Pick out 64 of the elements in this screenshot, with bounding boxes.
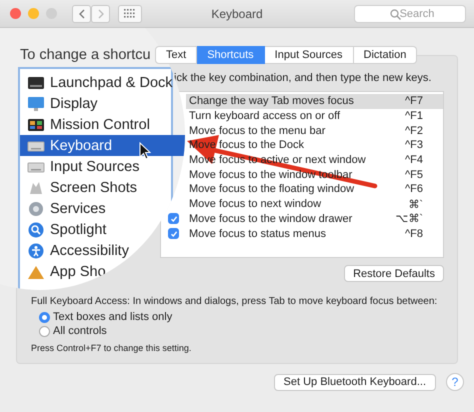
category-item[interactable]: Keyboard: [20, 135, 185, 156]
shortcut-row[interactable]: Move focus to the floating window ^F6: [186, 182, 443, 197]
search-field[interactable]: Search: [354, 4, 466, 22]
shortcut-label: Move focus to status menus: [188, 228, 327, 240]
shortcut-keys: ^F4: [383, 154, 443, 166]
category-item[interactable]: Spotlight: [20, 219, 171, 240]
tab[interactable]: Text: [155, 46, 198, 64]
category-item[interactable]: Accessibility: [20, 240, 171, 261]
category-item[interactable]: Input Sources: [20, 156, 171, 177]
shortcut-row[interactable]: Move focus to the window drawer ⌥⌘`: [186, 212, 443, 226]
shortcut-label: Move focus to the menu bar: [188, 124, 326, 137]
windows-icon: [27, 116, 45, 132]
triangle-icon: [27, 264, 45, 280]
radio-option[interactable]: Text boxes and lists only: [39, 310, 457, 324]
cursor-icon: [139, 142, 151, 160]
shortcut-row[interactable]: Turn keyboard access on or off ^F1: [186, 108, 443, 124]
full-keyboard-access-label: Full Keyboard Access: In windows and dialogs, press Tab to move keyboard focus between:: [31, 295, 438, 309]
shortcut-keys: ^F5: [383, 168, 443, 181]
show-all-button[interactable]: [118, 4, 142, 22]
tab[interactable]: Dictation: [354, 46, 418, 64]
shortcut-keys: ^F3: [383, 139, 443, 152]
grid-icon: [124, 8, 136, 18]
gear-icon: [27, 200, 45, 216]
monitor-icon: [27, 96, 45, 112]
shortcut-label: Turn keyboard access on or off: [188, 110, 342, 122]
forward-button[interactable]: [91, 4, 110, 22]
bluetooth-keyboard-button[interactable]: Set Up Bluetooth Keyboard...: [274, 374, 436, 390]
checkbox[interactable]: [168, 213, 179, 224]
magnifier-icon: [27, 222, 45, 238]
radio-option[interactable]: All controls: [39, 324, 457, 338]
chevron-right-icon: [96, 8, 104, 18]
window-title: Keyboard: [210, 6, 264, 20]
shortcut-keys: ^F2: [383, 124, 443, 137]
shortcut-label: Move focus to next window: [188, 198, 322, 210]
shortcut-keys: ^F6: [383, 183, 443, 196]
shortcut-row[interactable]: Change the way Tab moves focus ^F7: [186, 94, 443, 109]
category-item[interactable]: Services: [20, 198, 171, 219]
dock-icon: [27, 74, 45, 90]
shortcut-keys: ^F8: [383, 228, 443, 240]
shortcut-label: Move focus to the window drawer: [188, 212, 354, 225]
tab[interactable]: Input Sources: [264, 46, 354, 64]
hint-text: Press Control+F7 to change this setting.: [31, 343, 192, 353]
shortcut-keys: ^F1: [383, 110, 443, 122]
shortcut-keys: ⌘`: [383, 198, 443, 211]
category-item[interactable]: Launchpad & Dock: [20, 72, 171, 93]
shortcut-label: Change the way Tab moves focus: [188, 95, 355, 108]
person-icon: [27, 242, 45, 258]
category-item[interactable]: Display: [20, 93, 171, 114]
shortcut-row[interactable]: Move focus to status menus ^F8: [186, 226, 443, 241]
shortcut-label: Move focus to the floating window: [188, 183, 356, 196]
back-button[interactable]: [72, 4, 91, 22]
search-icon: [390, 8, 401, 20]
restore-defaults-button[interactable]: Restore Defaults: [344, 265, 444, 282]
category-item[interactable]: Screen Shots: [20, 177, 171, 198]
shortcut-row[interactable]: Move focus to the menu bar ^F2: [186, 123, 443, 138]
checkbox[interactable]: [168, 228, 179, 240]
category-item[interactable]: Mission Control: [20, 114, 171, 135]
shortcut-keys: ⌥⌘`: [383, 212, 443, 226]
chevron-left-icon: [78, 8, 86, 18]
heading: To change a shortcu: [20, 46, 151, 65]
category-item[interactable]: App Sho: [20, 261, 171, 282]
close-button[interactable]: [10, 8, 21, 19]
shortcut-row[interactable]: Move focus to next window ⌘`: [186, 196, 443, 212]
shortcut-keys: ^F7: [383, 95, 443, 108]
